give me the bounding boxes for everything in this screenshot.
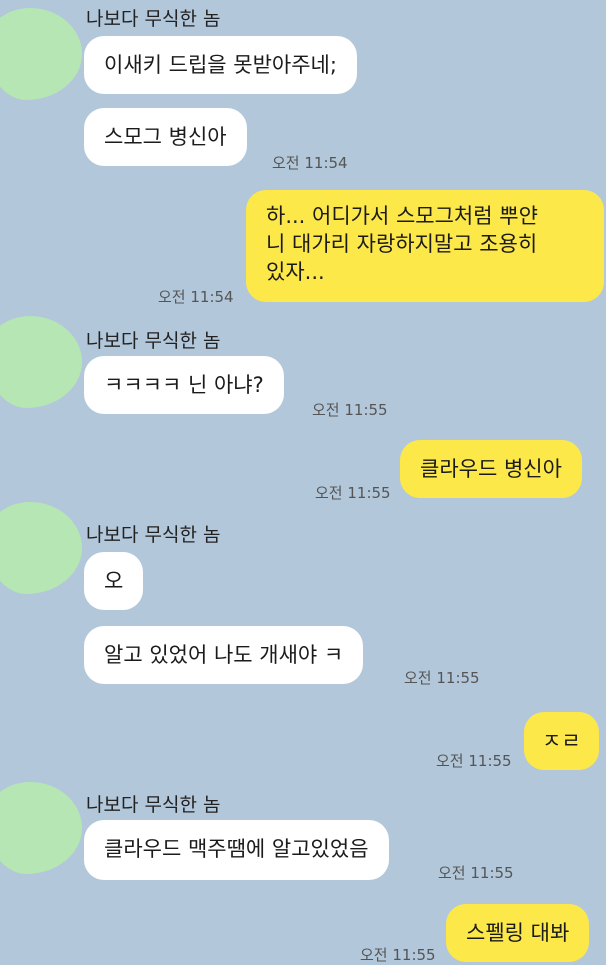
message-timestamp: 오전 11:54 <box>158 288 234 306</box>
message-bubble-incoming[interactable]: 스모그 병신아 <box>84 108 247 166</box>
message-bubble-incoming[interactable]: 클라우드 맥주땜에 알고있었음 <box>84 820 389 880</box>
message-text: 하... 어디가서 스모그처럼 뿌얀 니 대가리 자랑하지말고 조용히 있자..… <box>266 204 538 284</box>
message-bubble-incoming[interactable]: 오 <box>84 552 144 610</box>
message-bubble-incoming[interactable]: ㅋㅋㅋㅋ 닌 아냐? <box>84 356 284 414</box>
message-bubble-incoming[interactable]: 이새키 드립을 못받아주네; <box>84 36 357 94</box>
sender-name: 나보다 무식한 놈 <box>86 8 221 30</box>
message-bubble-outgoing[interactable]: 클라우드 병신아 <box>400 440 582 498</box>
avatar[interactable] <box>0 316 82 408</box>
avatar[interactable] <box>0 8 82 100</box>
message-timestamp: 오전 11:55 <box>312 401 388 419</box>
message-timestamp: 오전 11:54 <box>272 154 348 172</box>
message-timestamp: 오전 11:55 <box>360 946 436 964</box>
sender-name: 나보다 무식한 놈 <box>86 330 221 352</box>
message-timestamp: 오전 11:55 <box>315 484 391 502</box>
message-timestamp: 오전 11:55 <box>436 752 512 770</box>
message-bubble-outgoing[interactable]: 스펠링 대봐 <box>446 904 590 962</box>
message-bubble-outgoing[interactable]: ㅈㄹ <box>524 712 599 770</box>
message-timestamp: 오전 11:55 <box>404 669 480 687</box>
message-bubble-outgoing[interactable]: 하... 어디가서 스모그처럼 뿌얀 니 대가리 자랑하지말고 조용히 있자..… <box>246 190 604 302</box>
sender-name: 나보다 무식한 놈 <box>86 524 221 546</box>
message-timestamp: 오전 11:55 <box>438 864 514 882</box>
sender-name: 나보다 무식한 놈 <box>86 794 221 816</box>
message-bubble-incoming[interactable]: 알고 있었어 나도 개새야 ㅋ <box>84 626 364 684</box>
avatar[interactable] <box>0 782 82 874</box>
avatar[interactable] <box>0 502 82 594</box>
